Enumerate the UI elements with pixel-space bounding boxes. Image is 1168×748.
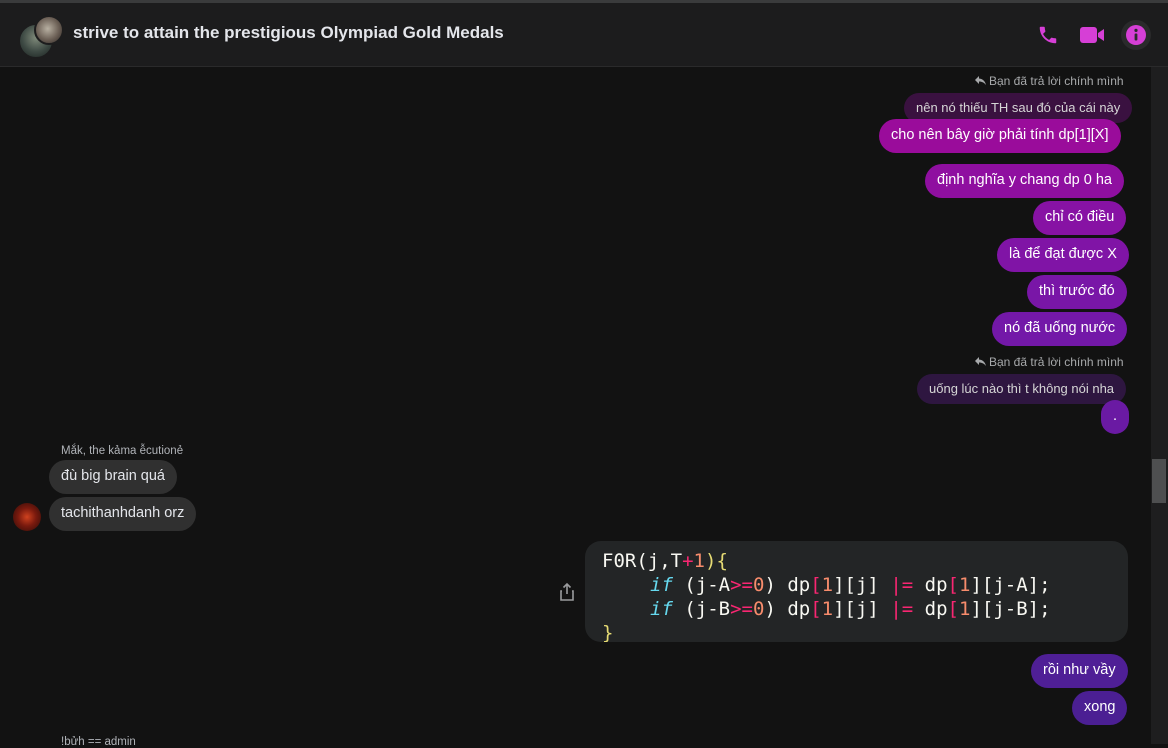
code-token: [	[810, 574, 822, 596]
code-token: 1	[693, 550, 705, 572]
code-token: +	[682, 550, 694, 572]
group-avatar-photo-2	[34, 15, 64, 45]
code-token: if	[650, 598, 673, 620]
code-token: F0R	[602, 550, 637, 572]
code-line: F0R(j,T+1){	[602, 549, 728, 573]
code-token: ][j]	[833, 574, 891, 596]
sender-avatar[interactable]	[13, 503, 41, 531]
group-avatar[interactable]	[18, 15, 64, 59]
code-token: if	[650, 574, 673, 596]
reply-indicator-text: Bạn đã trả lời chính mình	[989, 74, 1124, 88]
outgoing-message[interactable]: nó đã uống nước	[992, 312, 1128, 346]
code-token: dp	[913, 598, 948, 620]
reply-arrow-icon	[975, 357, 986, 366]
code-token: (j,T	[636, 550, 683, 572]
reply-arrow-icon	[975, 76, 986, 85]
code-token: |=	[890, 598, 914, 620]
share-icon[interactable]	[557, 582, 577, 602]
incoming-message[interactable]: tachithanhdanh orz	[49, 497, 197, 531]
code-line: if (j-B>=0) dp[1][j] |= dp[1][j-B];	[650, 597, 1051, 621]
code-token: >=	[730, 598, 753, 620]
code-message[interactable]: F0R(j,T+1){ if (j-A>=0) dp[1][j] |= dp[1…	[585, 541, 1128, 642]
info-icon	[1126, 25, 1146, 45]
outgoing-message[interactable]: cho nên bây giờ phải tính dp[1][X]	[879, 119, 1121, 153]
sender-name: !bửh == admin	[61, 736, 136, 748]
scrollbar-track[interactable]	[1151, 67, 1168, 744]
conversation-title[interactable]: strive to attain the prestigious Olympia…	[73, 23, 504, 43]
code-token: 0	[752, 574, 765, 596]
code-token: ){	[705, 550, 728, 572]
code-token: ) dp	[764, 574, 811, 596]
outgoing-message[interactable]: .	[1101, 400, 1129, 434]
outgoing-message[interactable]: chỉ có điều	[1033, 201, 1127, 235]
code-token: [	[947, 574, 959, 596]
reply-indicator: Bạn đã trả lời chính mình	[975, 355, 1124, 369]
code-token: dp	[913, 574, 948, 596]
code-token: |=	[890, 574, 914, 596]
outgoing-message[interactable]: xong	[1072, 691, 1128, 725]
code-token: 1	[958, 574, 971, 596]
scrollbar-thumb[interactable]	[1152, 459, 1166, 503]
code-token: 1	[958, 598, 971, 620]
outgoing-message[interactable]: là để đạt được X	[997, 238, 1129, 272]
sender-name: Mắk, the kảma ễcutionẻ	[61, 445, 184, 457]
incoming-message[interactable]: đù big brain quá	[49, 460, 177, 494]
code-token: ][j]	[833, 598, 891, 620]
code-token: ][j-B];	[970, 598, 1051, 620]
reply-indicator: Bạn đã trả lời chính mình	[975, 74, 1124, 88]
code-token: [	[947, 598, 959, 620]
code-token: 0	[752, 598, 765, 620]
outgoing-message[interactable]: thì trước đó	[1027, 275, 1127, 309]
code-token: (j-B	[672, 598, 731, 620]
outgoing-message[interactable]: định nghĩa y chang dp 0 ha	[925, 164, 1124, 198]
phone-icon	[1039, 26, 1057, 44]
conversation-info-button[interactable]	[1121, 20, 1151, 50]
quoted-message[interactable]: uống lúc nào thì t không nói nha	[917, 374, 1127, 404]
code-token: 1	[821, 598, 834, 620]
video-icon	[1080, 27, 1104, 43]
code-token: [	[810, 598, 822, 620]
code-token: ) dp	[764, 598, 811, 620]
code-token: >=	[730, 574, 753, 596]
chat-header: strive to attain the prestigious Olympia…	[0, 3, 1168, 67]
code-line: if (j-A>=0) dp[1][j] |= dp[1][j-A];	[650, 573, 1051, 597]
audio-call-button[interactable]	[1033, 20, 1063, 50]
reply-indicator-text: Bạn đã trả lời chính mình	[989, 355, 1124, 369]
code-token: (j-A	[672, 574, 731, 596]
code-token: ][j-A];	[970, 574, 1051, 596]
code-token: 1	[821, 574, 834, 596]
code-line: }	[602, 622, 614, 642]
video-call-button[interactable]	[1077, 20, 1107, 50]
outgoing-message[interactable]: rồi như vầy	[1031, 654, 1128, 688]
